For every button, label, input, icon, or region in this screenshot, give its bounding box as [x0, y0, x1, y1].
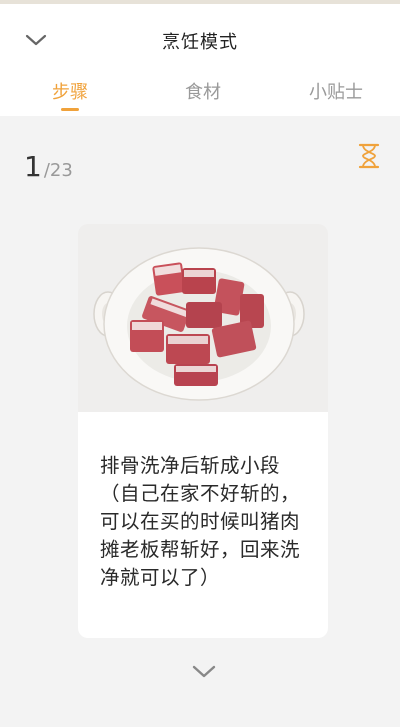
- header: 烹饪模式 步骤 食材 小贴士: [0, 4, 400, 116]
- step-card: 排骨洗净后斩成小段（自己在家不好斩的，可以在买的时候叫猪肉摊老板帮斩好，回来洗净…: [78, 224, 328, 638]
- tab-ingredients[interactable]: 食材: [181, 78, 225, 104]
- tab-bar: 步骤 食材 小贴士: [0, 78, 400, 114]
- tab-steps[interactable]: 步骤: [48, 78, 92, 104]
- step-total: /23: [43, 160, 73, 181]
- active-tab-indicator: [61, 108, 79, 111]
- step-counter: 1 /23: [24, 150, 73, 183]
- cooking-mode-screen: 烹饪模式 步骤 食材 小贴士 1 /23 排骨洗净后斩成小段（自己在家不好斩的，…: [0, 0, 400, 727]
- pork-ribs-plate-image: [78, 224, 328, 412]
- timer-button[interactable]: [358, 143, 380, 169]
- next-step-button[interactable]: [190, 661, 218, 683]
- step-instruction: 排骨洗净后斩成小段（自己在家不好斩的，可以在买的时候叫猪肉摊老板帮斩好，回来洗净…: [100, 454, 301, 589]
- page-title: 烹饪模式: [162, 32, 238, 53]
- chevron-down-icon: [192, 665, 216, 678]
- tab-tips[interactable]: 小贴士: [304, 78, 368, 104]
- step-current: 1: [24, 150, 42, 183]
- step-photo: [78, 224, 328, 412]
- hourglass-icon: [358, 143, 380, 169]
